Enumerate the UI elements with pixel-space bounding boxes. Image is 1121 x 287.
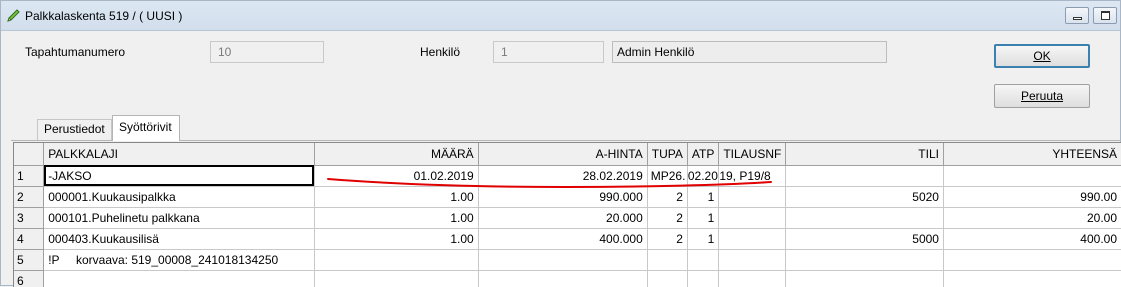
cell-yhteensa[interactable] xyxy=(943,165,1121,187)
cancel-button[interactable]: Peruuta xyxy=(994,84,1090,108)
cell-tili[interactable] xyxy=(785,270,944,287)
col-header-palkkalaji[interactable]: PALKKALAJI xyxy=(43,143,315,166)
cell-yhteensa[interactable] xyxy=(943,249,1121,271)
cell-ahinta[interactable] xyxy=(478,249,648,271)
cell-tupa[interactable]: 2 xyxy=(647,207,688,229)
cell-tilaus[interactable] xyxy=(718,249,787,271)
cell-atp[interactable] xyxy=(687,270,720,287)
cell-atp[interactable]: 1 xyxy=(687,186,720,208)
cell-maara[interactable]: 1.00 xyxy=(314,228,479,250)
col-header-tili[interactable]: TILI xyxy=(785,143,944,166)
cell-tupa[interactable] xyxy=(647,270,688,287)
pencil-icon xyxy=(7,9,20,22)
cell-atp[interactable]: 02.20 xyxy=(687,165,720,187)
cell-maara[interactable] xyxy=(314,270,479,287)
cell-maara[interactable]: 1.00 xyxy=(314,207,479,229)
cell-palkkalaji[interactable] xyxy=(43,270,315,287)
minimize-button[interactable] xyxy=(1065,7,1089,24)
row-number: 3 xyxy=(14,207,45,229)
row-number: 5 xyxy=(14,249,45,271)
cell-palkkalaji[interactable]: !P korvaava: 519_00008_241018134250 xyxy=(43,249,315,271)
minimize-icon xyxy=(1073,17,1082,20)
table-row[interactable]: 2 000001.Kuukausipalkka 1.00 990.000 2 1… xyxy=(14,186,1121,208)
cell-yhteensa[interactable] xyxy=(943,270,1121,287)
cell-tili[interactable]: 5020 xyxy=(785,186,944,208)
cell-tilaus[interactable] xyxy=(718,270,787,287)
cell-maara[interactable] xyxy=(314,249,479,271)
cell-tupa[interactable]: MP26. xyxy=(647,165,688,187)
row-number: 6 xyxy=(14,270,45,287)
table-row[interactable]: 5 !P korvaava: 519_00008_241018134250 xyxy=(14,249,1121,271)
cell-atp[interactable]: 1 xyxy=(687,228,720,250)
cell-atp[interactable]: 1 xyxy=(687,207,720,229)
cell-tilaus[interactable] xyxy=(718,207,787,229)
cell-tili[interactable] xyxy=(785,165,944,187)
cell-palkkalaji[interactable]: 000101.Puhelinetu palkkana xyxy=(43,207,315,229)
cell-yhteensa[interactable]: 990.00 xyxy=(943,186,1121,208)
tab-perustiedot[interactable]: Perustiedot xyxy=(37,119,112,140)
tab-syottorivit[interactable]: Syöttörivit xyxy=(112,115,180,141)
title-bar[interactable]: Palkkalaskenta 519 / ( UUSI ) xyxy=(1,1,1120,31)
henkilo-id-field[interactable]: 1 xyxy=(493,41,604,63)
row-number: 1 xyxy=(14,165,45,187)
cell-palkkalaji[interactable]: 000001.Kuukausipalkka xyxy=(43,186,315,208)
col-header-rownum xyxy=(14,143,45,166)
maximize-button[interactable] xyxy=(1093,7,1117,24)
payroll-window: Palkkalaskenta 519 / ( UUSI ) Tapahtuman… xyxy=(0,0,1121,287)
cell-maara[interactable]: 1.00 xyxy=(314,186,479,208)
cancel-button-label: Peruuta xyxy=(1020,89,1064,103)
entry-rows-grid[interactable]: PALKKALAJI MÄÄRÄ A-HINTA TUPA ATP TILAUS… xyxy=(13,142,1121,287)
cell-ahinta[interactable]: 990.000 xyxy=(478,186,648,208)
cell-tupa[interactable] xyxy=(647,249,688,271)
tapahtumanumero-field[interactable]: 10 xyxy=(210,41,324,63)
cell-tupa[interactable]: 2 xyxy=(647,228,688,250)
col-header-atp[interactable]: ATP xyxy=(687,143,720,166)
cell-yhteensa[interactable]: 400.00 xyxy=(943,228,1121,250)
cell-ahinta[interactable] xyxy=(478,270,648,287)
cell-tilaus[interactable] xyxy=(718,228,787,250)
cell-tili[interactable] xyxy=(785,249,944,271)
cell-ahinta[interactable]: 20.000 xyxy=(478,207,648,229)
ok-button-label: OK xyxy=(1033,49,1051,63)
cell-tili[interactable]: 5000 xyxy=(785,228,944,250)
col-header-ahinta[interactable]: A-HINTA xyxy=(478,143,648,166)
cell-atp[interactable] xyxy=(687,249,720,271)
cell-tilaus[interactable] xyxy=(718,186,787,208)
cell-maara[interactable]: 01.02.2019 xyxy=(314,165,479,187)
cell-palkkalaji[interactable]: -JAKSO xyxy=(43,165,315,187)
henkilo-label: Henkilö xyxy=(420,45,461,59)
grid-header-row: PALKKALAJI MÄÄRÄ A-HINTA TUPA ATP TILAUS… xyxy=(14,143,1121,166)
table-row[interactable]: 6 xyxy=(14,270,1121,287)
col-header-tilaus[interactable]: TILAUSNF xyxy=(718,143,787,166)
cell-ahinta[interactable]: 28.02.2019 xyxy=(478,165,648,187)
cell-yhteensa[interactable]: 20.00 xyxy=(943,207,1121,229)
row-number: 4 xyxy=(14,228,45,250)
col-header-yhteensa[interactable]: YHTEENSÄ xyxy=(943,143,1121,166)
cell-tili[interactable] xyxy=(785,207,944,229)
table-row[interactable]: 3 000101.Puhelinetu palkkana 1.00 20.000… xyxy=(14,207,1121,229)
table-row[interactable]: 4 000403.Kuukausilisä 1.00 400.000 2 1 5… xyxy=(14,228,1121,250)
cell-palkkalaji[interactable]: 000403.Kuukausilisä xyxy=(43,228,315,250)
cell-tupa[interactable]: 2 xyxy=(647,186,688,208)
ok-button[interactable]: OK xyxy=(994,44,1090,68)
row-number: 2 xyxy=(14,186,45,208)
cell-ahinta[interactable]: 400.000 xyxy=(478,228,648,250)
tapahtumanumero-label: Tapahtumanumero xyxy=(25,45,126,59)
window-title: Palkkalaskenta 519 / ( UUSI ) xyxy=(25,9,183,23)
col-header-tupa[interactable]: TUPA xyxy=(647,143,688,166)
col-header-maara[interactable]: MÄÄRÄ xyxy=(314,143,479,166)
cell-tilaus[interactable]: 19, P19/8 xyxy=(718,165,787,187)
maximize-icon xyxy=(1101,11,1110,20)
henkilo-name-field: Admin Henkilö xyxy=(612,41,887,63)
table-row[interactable]: 1 -JAKSO 01.02.2019 28.02.2019 MP26. 02.… xyxy=(14,165,1121,187)
